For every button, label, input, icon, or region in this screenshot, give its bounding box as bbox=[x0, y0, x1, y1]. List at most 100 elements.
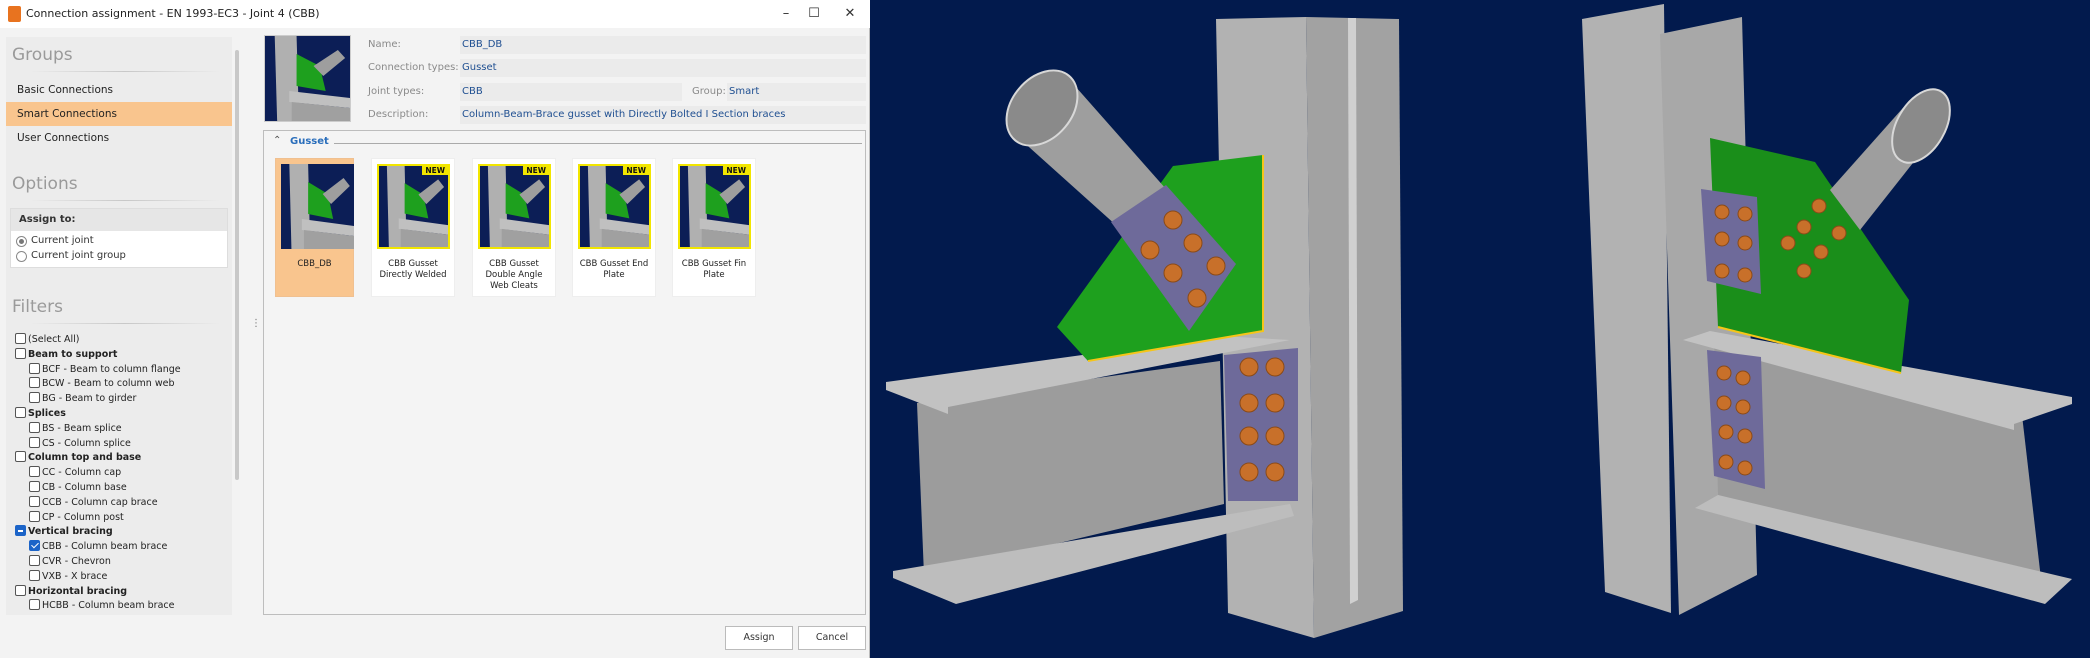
filter-checkbox[interactable] bbox=[29, 569, 40, 581]
bolt bbox=[1831, 225, 1847, 241]
bolt bbox=[1265, 462, 1285, 482]
bolt bbox=[1239, 426, 1259, 446]
filter-item[interactable]: CBB - Column beam brace bbox=[29, 539, 167, 554]
new-badge: NEW bbox=[523, 166, 549, 175]
filter-checkbox[interactable] bbox=[29, 495, 40, 507]
filter-checkbox[interactable] bbox=[29, 436, 40, 448]
filter-item[interactable]: HCBB - Column beam brace bbox=[29, 598, 174, 613]
filter-label: (Select All) bbox=[28, 334, 80, 345]
filter-label: Beam to support bbox=[28, 348, 118, 360]
group-basic-connections[interactable]: Basic Connections bbox=[6, 78, 232, 102]
filter-item[interactable]: Splices bbox=[15, 406, 66, 421]
3d-viewport[interactable] bbox=[870, 0, 2090, 658]
filter-label: Vertical bracing bbox=[28, 526, 113, 538]
filter-item[interactable]: Beam to support bbox=[15, 347, 117, 362]
bolt bbox=[1187, 288, 1207, 308]
filter-checkbox[interactable] bbox=[15, 407, 26, 418]
filter-item[interactable]: BG - Beam to girder bbox=[29, 391, 136, 406]
filter-label: BG - Beam to girder bbox=[42, 393, 137, 405]
right-joint-view bbox=[1582, 4, 2072, 615]
options-heading: Options bbox=[12, 174, 78, 194]
filter-checkbox[interactable] bbox=[15, 333, 26, 344]
left-panel-scrollbar[interactable] bbox=[234, 50, 240, 610]
filter-checkbox[interactable] bbox=[15, 584, 26, 596]
filter-label: BCW - Beam to column web bbox=[42, 378, 175, 390]
filter-checkbox[interactable] bbox=[29, 466, 40, 478]
app-icon bbox=[8, 6, 21, 22]
filter-checkbox[interactable] bbox=[29, 555, 40, 566]
bolt bbox=[1714, 263, 1730, 279]
connection-card[interactable]: NEW CBB Gusset Double Angle Web Cleats bbox=[472, 158, 556, 297]
bolt bbox=[1183, 233, 1203, 253]
close-button[interactable]: ✕ bbox=[836, 4, 864, 24]
filter-item[interactable]: Vertical bracing bbox=[15, 524, 113, 539]
bolt bbox=[1796, 263, 1812, 279]
name-value: CBB_DB bbox=[460, 36, 866, 54]
bolt bbox=[1163, 263, 1183, 283]
filter-item[interactable]: BS - Beam splice bbox=[29, 421, 122, 436]
minimize-button[interactable]: – bbox=[772, 4, 800, 24]
filter-item[interactable]: CB - Column base bbox=[29, 480, 127, 495]
filter-checkbox[interactable] bbox=[15, 451, 26, 463]
title-bar: Connection assignment - EN 1993-EC3 - Jo… bbox=[0, 0, 870, 28]
filter-checkbox[interactable] bbox=[29, 510, 40, 522]
bolt bbox=[1737, 267, 1753, 283]
3d-joint-views bbox=[886, 4, 2072, 638]
connection-thumbnail: NEW bbox=[578, 164, 651, 249]
filter-item[interactable]: CVR - Chevron bbox=[29, 554, 111, 569]
cancel-button[interactable]: Cancel bbox=[798, 626, 866, 650]
filter-label: Column top and base bbox=[28, 452, 142, 464]
filter-checkbox[interactable] bbox=[29, 599, 40, 611]
double-chevron-up-icon[interactable]: ⌃ bbox=[273, 135, 281, 146]
filter-checkbox[interactable] bbox=[29, 377, 40, 389]
connection-card-label: CBB Gusset End Plate bbox=[579, 259, 649, 280]
filter-item[interactable]: Column top and base bbox=[15, 450, 141, 465]
divider bbox=[30, 323, 220, 324]
filter-checkbox[interactable] bbox=[29, 481, 40, 492]
filter-item[interactable]: Horizontal bracing bbox=[15, 584, 127, 599]
bolt bbox=[1813, 244, 1829, 260]
filter-label: BCF - Beam to column flange bbox=[42, 363, 181, 375]
filter-item[interactable]: CC - Column cap bbox=[29, 465, 121, 480]
splitter-grip-icon[interactable]: ⋮ bbox=[251, 318, 261, 329]
connection-card-label: CBB Gusset Directly Welded bbox=[379, 259, 447, 280]
filter-checkbox[interactable] bbox=[29, 540, 40, 552]
filter-item[interactable]: CP - Column post bbox=[29, 510, 124, 525]
bolt bbox=[1206, 256, 1226, 276]
radio-current-joint[interactable] bbox=[16, 236, 27, 247]
joint-types-label: Joint types: bbox=[368, 86, 425, 97]
radio-current-joint-group[interactable] bbox=[16, 251, 27, 262]
new-badge: NEW bbox=[723, 166, 749, 175]
scrollbar-thumb[interactable] bbox=[235, 50, 239, 480]
new-badge: NEW bbox=[623, 166, 649, 175]
filter-item[interactable]: BCF - Beam to column flange bbox=[29, 362, 181, 377]
bolt bbox=[1265, 357, 1285, 377]
bolt bbox=[1265, 426, 1285, 446]
filter-checkbox[interactable] bbox=[29, 362, 40, 374]
divider bbox=[30, 71, 220, 72]
name-label: Name: bbox=[368, 39, 401, 50]
filter-item[interactable]: VXB - X brace bbox=[29, 569, 107, 584]
group-smart-connections[interactable]: Smart Connections bbox=[6, 102, 232, 126]
filter-label: CBB - Column beam brace bbox=[42, 541, 168, 553]
groups-heading: Groups bbox=[12, 45, 73, 65]
filter-item[interactable]: (Select All) bbox=[15, 332, 80, 347]
filter-checkbox[interactable] bbox=[29, 421, 40, 433]
left-joint-view bbox=[886, 17, 1403, 638]
connection-card[interactable]: NEW CBB Gusset End Plate bbox=[572, 158, 656, 297]
filter-label: BS - Beam splice bbox=[42, 422, 122, 434]
group-user-connections[interactable]: User Connections bbox=[6, 126, 232, 150]
connection-thumbnail: NEW bbox=[678, 164, 751, 249]
filter-item[interactable]: BCW - Beam to column web bbox=[29, 376, 175, 391]
connection-card[interactable]: NEW CBB Gusset Fin Plate bbox=[672, 158, 756, 297]
filter-checkbox[interactable] bbox=[15, 525, 26, 537]
filter-checkbox[interactable] bbox=[29, 392, 40, 404]
assign-button[interactable]: Assign bbox=[725, 626, 793, 650]
connection-card[interactable]: CBB_DB bbox=[275, 158, 354, 297]
filter-item[interactable]: CS - Column splice bbox=[29, 436, 131, 451]
filter-checkbox[interactable] bbox=[15, 347, 26, 359]
filter-item[interactable]: CCB - Column cap brace bbox=[29, 495, 158, 510]
connection-card[interactable]: NEW CBB Gusset Directly Welded bbox=[371, 158, 455, 297]
filter-label: CP - Column post bbox=[42, 511, 124, 523]
maximize-button[interactable]: ☐ bbox=[800, 4, 828, 24]
